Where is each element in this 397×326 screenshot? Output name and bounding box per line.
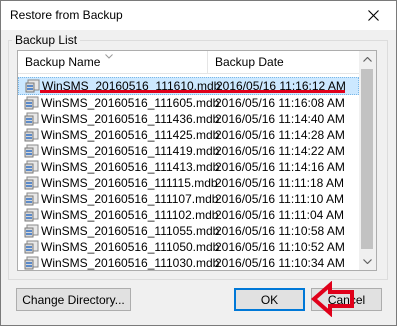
row-backup-date: 2016/05/16 11:10:34 AM bbox=[215, 256, 345, 270]
scroll-up-button[interactable] bbox=[359, 51, 376, 68]
row-backup-date: 2016/05/16 11:11:04 AM bbox=[215, 208, 344, 222]
window-title: Restore from Backup bbox=[10, 8, 123, 22]
table-row[interactable]: WinSMS_20160516_111107.mdb 2016/05/16 11:… bbox=[18, 191, 359, 207]
title-bar: Restore from Backup bbox=[1, 1, 396, 30]
table-row[interactable]: WinSMS_20160516_111436.mdb 2016/05/16 11:… bbox=[18, 111, 359, 127]
table-row[interactable]: WinSMS_20160516_111102.mdb 2016/05/16 11:… bbox=[18, 207, 359, 223]
scroll-down-button[interactable] bbox=[359, 253, 376, 270]
change-directory-label: Change Directory... bbox=[22, 292, 125, 307]
table-row[interactable]: WinSMS_20160516_111030.mdb 2016/05/16 11:… bbox=[18, 255, 359, 270]
row-backup-date: 2016/05/16 11:14:28 AM bbox=[215, 128, 345, 142]
row-backup-date: 2016/05/16 11:10:58 AM bbox=[215, 224, 345, 238]
change-directory-button[interactable]: Change Directory... bbox=[16, 288, 131, 311]
database-file-icon bbox=[24, 112, 39, 126]
database-file-icon bbox=[24, 160, 39, 174]
row-backup-name: WinSMS_20160516_111436.mdb bbox=[41, 112, 220, 126]
row-backup-name: WinSMS_20160516_111050.mdb bbox=[41, 240, 220, 254]
table-row[interactable]: WinSMS_20160516_111425.mdb 2016/05/16 11:… bbox=[18, 127, 359, 143]
database-file-icon bbox=[24, 128, 39, 142]
database-file-icon bbox=[24, 224, 39, 238]
row-backup-date: 2016/05/16 11:14:40 AM bbox=[215, 112, 345, 126]
database-file-icon bbox=[24, 96, 39, 110]
row-backup-name: WinSMS_20160516_111605.mdb bbox=[41, 96, 220, 110]
chevron-up-icon bbox=[363, 57, 372, 62]
row-backup-name: WinSMS_20160516_111425.mdb bbox=[41, 128, 220, 142]
database-file-icon bbox=[24, 208, 39, 222]
row-backup-name: WinSMS_20160516_111055.mdb bbox=[41, 224, 220, 238]
vertical-scrollbar[interactable] bbox=[359, 51, 376, 270]
row-backup-date: 2016/05/16 11:11:10 AM bbox=[215, 192, 344, 206]
scroll-thumb[interactable] bbox=[361, 69, 373, 249]
column-name-label: Backup Name bbox=[25, 55, 101, 69]
column-header-date[interactable]: Backup Date bbox=[208, 51, 359, 73]
row-backup-date: 2016/05/16 11:10:52 AM bbox=[215, 240, 345, 254]
row-backup-name: WinSMS_20160516_111413.mdb bbox=[41, 160, 220, 174]
ok-label: OK bbox=[260, 292, 279, 307]
column-date-label: Backup Date bbox=[215, 55, 284, 69]
row-backup-name: WinSMS_20160516_111107.mdb bbox=[41, 192, 219, 206]
table-row[interactable]: WinSMS_20160516_111115.mdb 2016/05/16 11:… bbox=[18, 175, 359, 191]
table-row[interactable]: WinSMS_20160516_111605.mdb 2016/05/16 11:… bbox=[18, 95, 359, 111]
annotation-arrow-icon bbox=[310, 281, 354, 317]
row-backup-name: WinSMS_20160516_111030.mdb bbox=[41, 256, 220, 270]
database-file-icon bbox=[24, 144, 39, 158]
table-row[interactable]: WinSMS_20160516_111050.mdb 2016/05/16 11:… bbox=[18, 239, 359, 255]
list-header: Backup Name Backup Date bbox=[18, 51, 359, 74]
chevron-down-icon bbox=[363, 259, 372, 264]
group-label: Backup List bbox=[12, 33, 81, 47]
row-backup-name: WinSMS_20160516_111102.mdb bbox=[41, 208, 219, 222]
database-file-icon bbox=[24, 176, 39, 190]
backup-listview[interactable]: Backup Name Backup Date WinSMS_20160516_… bbox=[17, 50, 377, 271]
sort-indicator-icon bbox=[105, 54, 113, 59]
database-file-icon bbox=[24, 256, 39, 270]
column-header-name[interactable]: Backup Name bbox=[18, 51, 208, 73]
table-row[interactable]: WinSMS_20160516_111055.mdb 2016/05/16 11:… bbox=[18, 223, 359, 239]
table-row[interactable]: WinSMS_20160516_111413.mdb 2016/05/16 11:… bbox=[18, 159, 359, 175]
annotation-underline bbox=[40, 90, 345, 93]
close-button[interactable] bbox=[351, 1, 396, 30]
row-backup-date: 2016/05/16 11:14:22 AM bbox=[215, 144, 345, 158]
row-backup-date: 2016/05/16 11:16:08 AM bbox=[215, 96, 345, 110]
row-backup-date: 2016/05/16 11:14:16 AM bbox=[215, 160, 345, 174]
row-backup-name: WinSMS_20160516_111115.mdb bbox=[41, 176, 218, 190]
database-file-icon bbox=[24, 240, 39, 254]
table-row[interactable]: WinSMS_20160516_111419.mdb 2016/05/16 11:… bbox=[18, 143, 359, 159]
row-backup-name: WinSMS_20160516_111419.mdb bbox=[41, 144, 220, 158]
database-file-icon bbox=[24, 192, 39, 206]
list-rows: WinSMS_20160516_111610.mdb 2016/05/16 11:… bbox=[18, 74, 359, 270]
close-icon bbox=[368, 10, 379, 21]
ok-button[interactable]: OK bbox=[234, 288, 305, 311]
database-file-icon bbox=[25, 79, 40, 93]
row-backup-date: 2016/05/16 11:11:18 AM bbox=[215, 176, 344, 190]
